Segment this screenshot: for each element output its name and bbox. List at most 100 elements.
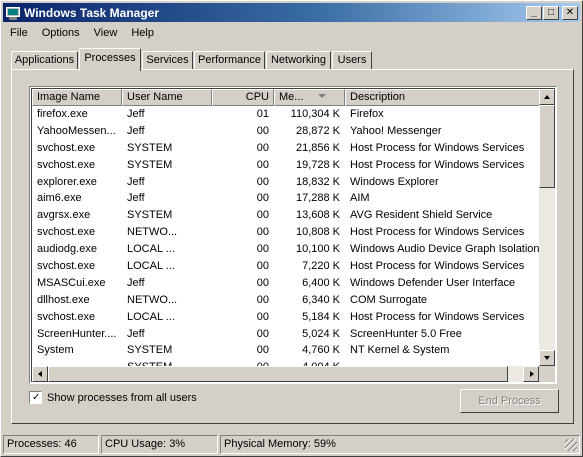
process-row[interactable]: YahooMessen... Jeff 00 28,872 K Yahoo! Messe…: [32, 123, 541, 140]
tab-applications[interactable]: Applications: [11, 51, 78, 70]
horizontal-scrollbar[interactable]: [32, 366, 539, 382]
process-user-name: Jeff: [127, 327, 145, 340]
arrow-right-icon: [530, 371, 534, 377]
process-memory: 5,024 K: [302, 327, 340, 340]
tab-processes[interactable]: Processes: [79, 48, 141, 71]
show-all-users-checkbox[interactable]: ✓: [29, 391, 42, 404]
process-image-name: explorer.exe: [37, 175, 97, 188]
process-image-name: svchost.exe: [37, 226, 96, 239]
column-image-name[interactable]: Image Name: [32, 89, 122, 106]
tab-performance[interactable]: Performance: [194, 51, 265, 70]
horizontal-scroll-thumb[interactable]: [48, 366, 508, 382]
column-user-name[interactable]: User Name: [122, 89, 212, 106]
vertical-scrollbar[interactable]: [539, 89, 555, 366]
process-cpu: 00: [256, 344, 269, 357]
menu-bar: File Options View Help: [3, 23, 161, 42]
process-row[interactable]: explorer.exe Jeff 00 18,832 K Windows Explor…: [32, 174, 541, 191]
process-memory: 19,728 K: [295, 158, 340, 171]
column-cpu[interactable]: CPU: [212, 89, 274, 106]
process-memory: 6,400 K: [302, 276, 340, 289]
menu-options[interactable]: Options: [35, 27, 87, 39]
process-memory: 10,808 K: [295, 226, 340, 239]
process-cpu: 00: [256, 276, 269, 289]
close-button[interactable]: ✕: [562, 5, 578, 20]
process-description: Windows Explorer: [350, 175, 439, 188]
column-description[interactable]: Description: [345, 89, 541, 106]
process-memory: 21,856 K: [295, 141, 340, 154]
process-user-name: Jeff: [127, 276, 145, 289]
scroll-right-button[interactable]: [523, 366, 539, 382]
process-row[interactable]: ScreenHunter.... Jeff 00 5,024 K ScreenHunte…: [32, 326, 541, 343]
process-memory: 17,288 K: [295, 192, 340, 205]
process-memory: 7,220 K: [302, 260, 340, 273]
process-user-name: NETWO...: [127, 226, 178, 239]
maximize-button[interactable]: □: [543, 5, 559, 20]
title-bar[interactable]: Windows Task Manager _ □ ✕: [3, 3, 580, 22]
end-process-button[interactable]: End Process: [460, 389, 559, 413]
process-row[interactable]: dllhost.exe NETWO... 00 6,340 K COM Surrogat…: [32, 292, 541, 309]
process-row[interactable]: svchost.exe SYSTEM 00 19,728 K Host Process …: [32, 157, 541, 174]
process-cpu: 00: [256, 124, 269, 137]
process-user-name: Jeff: [127, 124, 145, 137]
tab-users[interactable]: Users: [332, 51, 372, 70]
process-row[interactable]: aim6.exe Jeff 00 17,288 K AIM: [32, 190, 541, 207]
process-description: Host Process for Windows Services: [350, 141, 525, 154]
process-image-name: avgrsx.exe: [37, 209, 91, 222]
status-physical-memory: Physical Memory: 59%: [220, 435, 580, 454]
process-row[interactable]: svchost.exe LOCAL ... 00 5,184 K Host Proces…: [32, 309, 541, 326]
process-row[interactable]: System SYSTEM 00 4,760 K NT Kernel & System: [32, 342, 541, 359]
process-user-name: Jeff: [127, 175, 145, 188]
process-list[interactable]: Image Name User Name CPU Me... Descripti…: [29, 86, 557, 384]
process-row[interactable]: svchost.exe NETWO... 00 10,808 K Host Proces…: [32, 224, 541, 241]
process-row[interactable]: svchost.exe LOCAL ... 00 7,220 K Host Proces…: [32, 258, 541, 275]
process-image-name: aim6.exe: [37, 192, 82, 205]
vertical-scroll-thumb[interactable]: [539, 105, 555, 188]
process-cpu: 00: [256, 175, 269, 188]
process-image-name: dllhost.exe: [37, 293, 90, 306]
sort-descending-icon: [318, 94, 326, 98]
scroll-down-button[interactable]: [539, 350, 555, 366]
process-row[interactable]: MSASCui.exe Jeff 00 6,400 K Windows Defender…: [32, 275, 541, 292]
process-row[interactable]: svchost.exe SYSTEM 00 21,856 K Host Process …: [32, 140, 541, 157]
process-cpu: 00: [256, 158, 269, 171]
task-manager-window: Windows Task Manager _ □ ✕ File Options …: [0, 0, 583, 457]
checkmark-icon: ✓: [32, 392, 41, 403]
list-header: Image Name User Name CPU Me... Descripti…: [32, 89, 541, 106]
minimize-button[interactable]: _: [526, 5, 542, 20]
resize-grip-icon[interactable]: [565, 439, 577, 451]
menu-view[interactable]: View: [87, 27, 125, 39]
process-cpu: 00: [256, 293, 269, 306]
process-description: Host Process for Windows Services: [350, 158, 525, 171]
window-title: Windows Task Manager: [24, 5, 160, 20]
scroll-left-button[interactable]: [32, 366, 48, 382]
process-row[interactable]: firefox.exe Jeff 01 110,304 K Firefox: [32, 106, 541, 123]
process-image-name: ScreenHunter....: [37, 327, 117, 340]
process-user-name: SYSTEM: [127, 158, 173, 171]
column-memory[interactable]: Me...: [274, 89, 345, 106]
process-description: Windows Audio Device Graph Isolation: [350, 243, 540, 256]
process-cpu: 00: [256, 209, 269, 222]
process-image-name: System: [37, 344, 74, 357]
tab-networking[interactable]: Networking: [266, 51, 331, 70]
maximize-icon: □: [547, 6, 555, 18]
process-row[interactable]: avgrsx.exe SYSTEM 00 13,608 K AVG Resident S…: [32, 207, 541, 224]
process-row[interactable]: audiodg.exe LOCAL ... 00 10,100 K Windows Au…: [32, 241, 541, 258]
menu-help[interactable]: Help: [124, 27, 161, 39]
process-description: NT Kernel & System: [350, 344, 450, 357]
process-image-name: svchost.exe: [37, 310, 96, 323]
show-all-users-option[interactable]: ✓ Show processes from all users: [29, 391, 197, 404]
process-description: Host Process for Windows Services: [350, 310, 525, 323]
process-memory: 5,184 K: [302, 310, 340, 323]
process-cpu: 00: [256, 310, 269, 323]
process-memory: 4,760 K: [302, 344, 340, 357]
process-image-name: svchost.exe: [37, 260, 96, 273]
process-memory: 6,340 K: [302, 293, 340, 306]
process-description: Yahoo! Messenger: [350, 124, 442, 137]
tab-services[interactable]: Services: [142, 51, 193, 70]
process-image-name: audiodg.exe: [37, 243, 97, 256]
process-cpu: 00: [256, 243, 269, 256]
scroll-up-button[interactable]: [539, 89, 555, 105]
menu-file[interactable]: File: [3, 27, 35, 39]
status-physical-memory-label: Physical Memory: 59%: [224, 438, 336, 450]
column-memory-label: Me...: [279, 91, 304, 103]
